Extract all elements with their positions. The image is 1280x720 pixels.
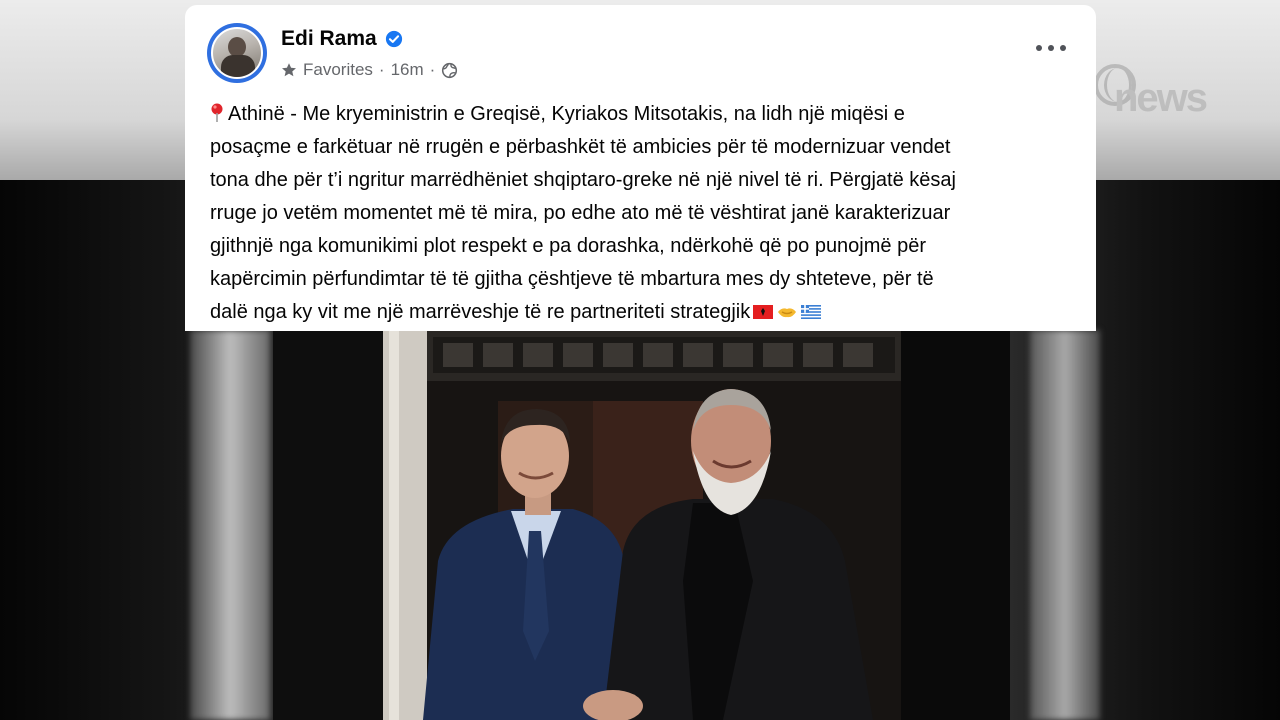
post-text-line: tona dhe për t’i ngritur marrëdhëniet sh… bbox=[210, 169, 956, 191]
star-icon bbox=[282, 63, 296, 77]
post-time[interactable]: 16m bbox=[391, 60, 424, 80]
more-options-icon[interactable] bbox=[1036, 36, 1066, 60]
post-text-line: posaçme e farkëtuar në rrugën e përbashk… bbox=[210, 136, 951, 158]
post-text-line: rruge jo vetëm momentet më të mira, po e… bbox=[210, 202, 951, 224]
globe-icon bbox=[442, 62, 458, 78]
background-right-column bbox=[1030, 330, 1100, 720]
author-row: Edi Rama bbox=[281, 27, 403, 51]
audience-label[interactable]: Favorites bbox=[303, 60, 373, 80]
post-text-line: kapërcimin përfundimtar të të gjitha çës… bbox=[210, 268, 934, 290]
post-text: Athinë - Me kryeministrin e Greqisë, Kyr… bbox=[210, 98, 1090, 329]
meta-separator: · bbox=[429, 60, 436, 79]
greece-flag-icon bbox=[801, 305, 822, 319]
handshake-icon bbox=[778, 308, 797, 318]
watermark-text: news bbox=[1114, 76, 1208, 120]
channel-watermark: news bbox=[1094, 60, 1274, 130]
post-text-line: Athinë - Me kryeministrin e Greqisë, Kyr… bbox=[210, 98, 1090, 131]
albania-flag-icon bbox=[753, 305, 774, 319]
author-avatar[interactable] bbox=[207, 23, 267, 83]
post-meta: Favorites · 16m · bbox=[281, 60, 458, 80]
verified-badge-icon bbox=[385, 30, 402, 48]
background-left-column bbox=[190, 330, 270, 720]
post-text-line: gjithnjë nga komunikimi plot respekt e p… bbox=[210, 235, 926, 257]
meta-separator: · bbox=[378, 60, 385, 79]
post-text-line: dalë nga ky vit me një marrëveshje të re… bbox=[210, 296, 1090, 329]
post-photo-image bbox=[273, 331, 1010, 720]
author-name[interactable]: Edi Rama bbox=[281, 27, 377, 51]
post-photo[interactable] bbox=[273, 331, 1010, 720]
round-pushpin-icon bbox=[211, 103, 223, 122]
avatar-photo bbox=[211, 27, 263, 79]
